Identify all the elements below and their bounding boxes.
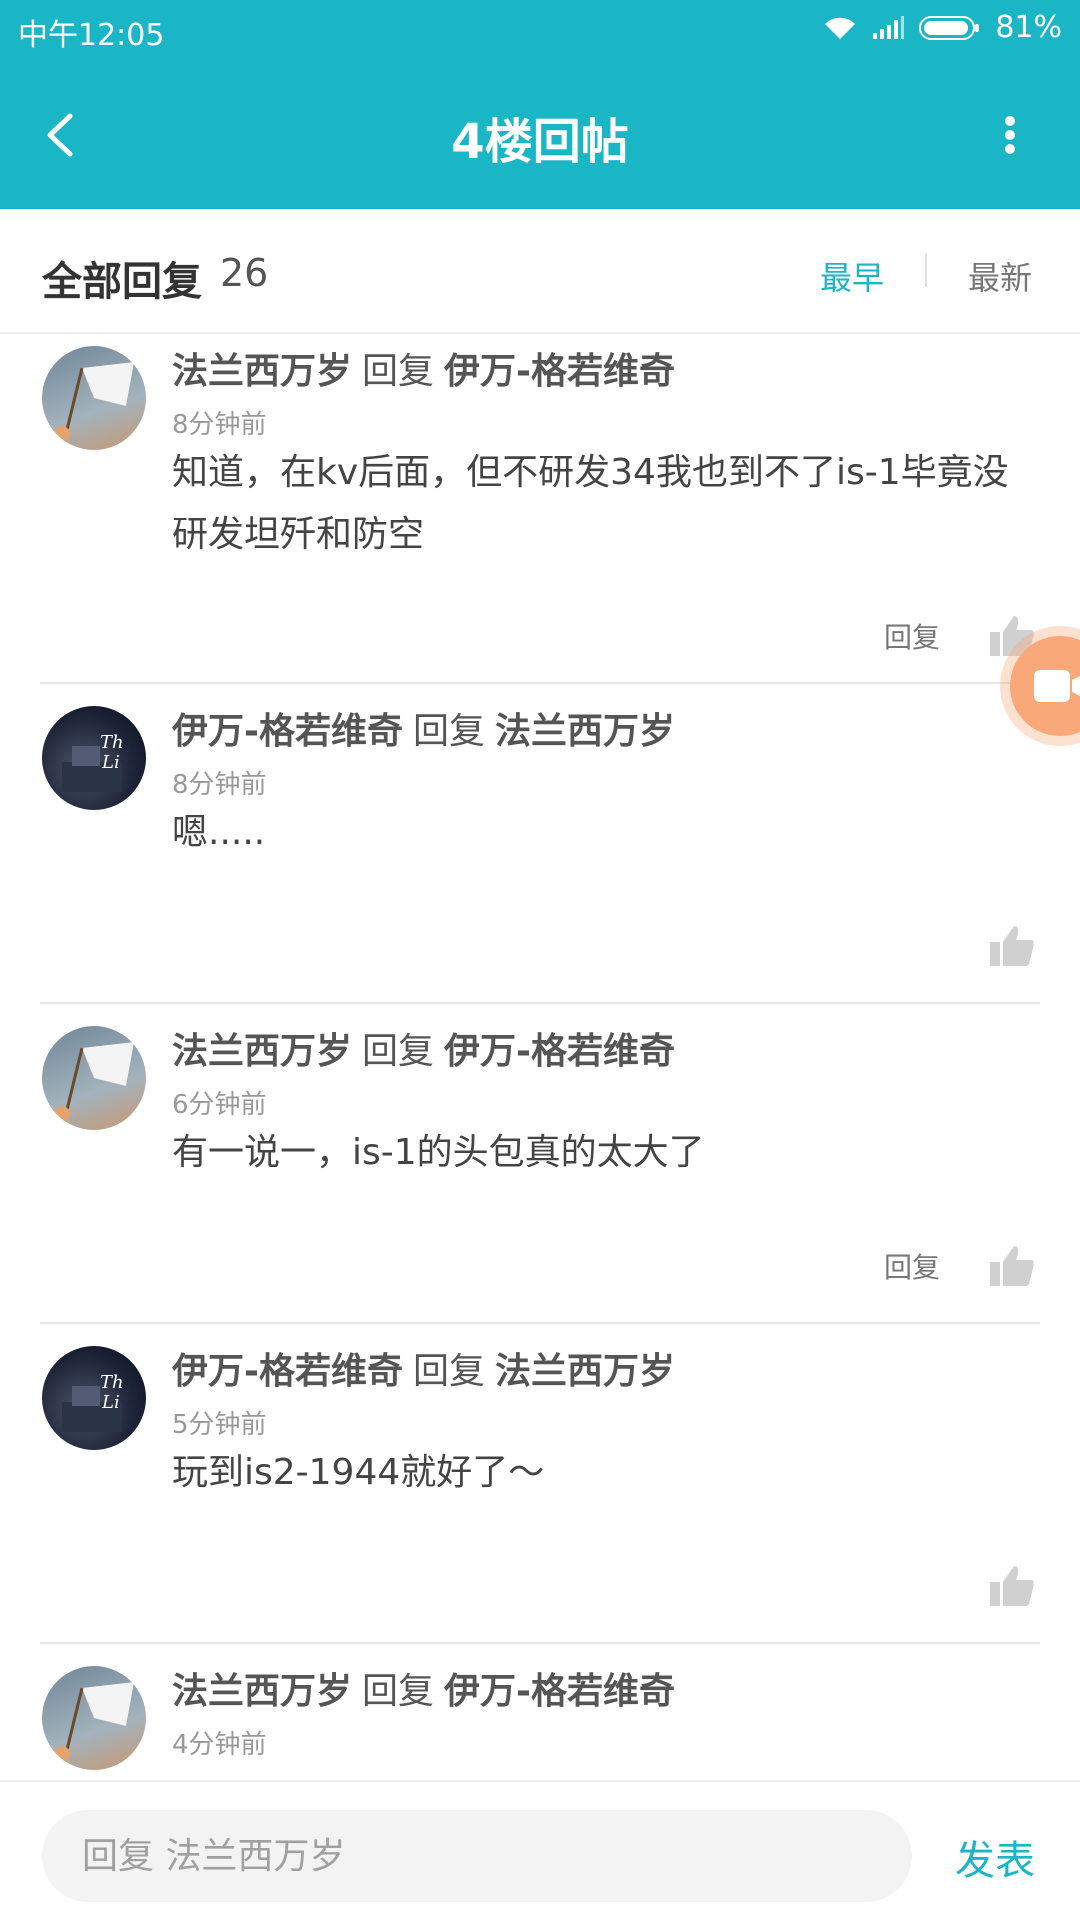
reply-list[interactable]: 法兰西万岁 回复 伊万-格若维奇 8分钟前 知道，在kv后面，但不研发34我也到不了… [0, 336, 1080, 1780]
reply-header: 法兰西万岁 回复 伊万-格若维奇 [172, 1662, 675, 1714]
avatar[interactable] [42, 1666, 146, 1770]
reply-time: 6分钟前 [172, 1090, 267, 1120]
more-vertical-icon [1005, 116, 1015, 154]
signal-icon [873, 15, 905, 39]
status-bar: 中午12:05 81% [0, 0, 1080, 60]
reply-header: 伊万-格若维奇 回复 法兰西万岁 [172, 702, 675, 754]
reply-time: 8分钟前 [172, 410, 267, 440]
status-time: 中午12:05 [18, 18, 165, 53]
app-header: 中午12:05 81% 4楼回帖 [0, 0, 1080, 209]
svg-text:Li: Li [101, 752, 120, 773]
reply-verb: 回复 [412, 1351, 485, 1392]
target-name[interactable]: 伊万-格若维奇 [444, 1671, 675, 1712]
avatar[interactable]: Th Li [42, 1346, 146, 1450]
reply-item: 法兰西万岁 回复 伊万-格若维奇 6分钟前 有一说一，is-1的头包真的太大了 回复 [40, 1006, 1040, 1324]
thumbs-up-icon[interactable] [988, 1242, 1036, 1290]
flag-avatar-icon [54, 1682, 134, 1763]
reply-verb: 回复 [412, 711, 485, 752]
all-replies-label: 全部回复 [42, 259, 202, 305]
sort-earliest-tab[interactable]: 最早 [820, 253, 884, 299]
flag-avatar-icon [54, 1042, 134, 1123]
target-name[interactable]: 伊万-格若维奇 [444, 351, 675, 392]
avatar[interactable] [42, 1026, 146, 1130]
more-options-button[interactable] [990, 100, 1030, 170]
reply-item: 法兰西万岁 回复 伊万-格若维奇 4分钟前 [40, 1646, 1040, 1780]
reply-button[interactable]: 回复 [884, 616, 940, 656]
sort-latest-tab[interactable]: 最新 [968, 253, 1032, 299]
reply-header: 法兰西万岁 回复 伊万-格若维奇 [172, 342, 675, 394]
thug-life-avatar-icon: Th Li [62, 1372, 124, 1432]
reply-input[interactable] [42, 1810, 912, 1902]
battery-level: 81% [995, 10, 1062, 45]
reply-item: Th Li 伊万-格若维奇 回复 法兰西万岁 8分钟前 嗯..... [40, 686, 1040, 1004]
svg-text:Th: Th [100, 732, 124, 753]
reply-header: 伊万-格若维奇 回复 法兰西万岁 [172, 1342, 675, 1394]
flag-avatar-icon [54, 362, 134, 443]
reply-header: 法兰西万岁 回复 伊万-格若维奇 [172, 1022, 675, 1074]
sort-divider [925, 253, 927, 287]
reply-compose-bar: 发表 [0, 1780, 1080, 1920]
reply-time: 5分钟前 [172, 1410, 267, 1440]
reply-time: 4分钟前 [172, 1730, 267, 1760]
author-name[interactable]: 法兰西万岁 [172, 1671, 352, 1712]
author-name[interactable]: 法兰西万岁 [172, 1031, 352, 1072]
target-name[interactable]: 法兰西万岁 [495, 711, 675, 752]
page-title: 4楼回帖 [451, 114, 629, 170]
reply-text: 嗯..... [172, 812, 266, 853]
author-name[interactable]: 伊万-格若维奇 [172, 1351, 403, 1392]
reply-verb: 回复 [362, 351, 435, 392]
svg-text:Li: Li [101, 1392, 120, 1413]
svg-text:Th: Th [100, 1372, 124, 1393]
target-name[interactable]: 法兰西万岁 [495, 1351, 675, 1392]
reply-time: 8分钟前 [172, 770, 267, 800]
reply-count: 26 [220, 251, 269, 295]
thug-life-avatar-icon: Th Li [62, 732, 124, 792]
wifi-icon [825, 17, 856, 39]
reply-text: 有一说一，is-1的头包真的太大了 [172, 1132, 705, 1173]
status-icons: 81% [823, 10, 1062, 45]
sort-bar: 全部回复 26 最早 最新 [0, 209, 1080, 334]
avatar[interactable] [42, 346, 146, 450]
reply-item: Th Li 伊万-格若维奇 回复 法兰西万岁 5分钟前 玩到is2-1944就好了～ [40, 1326, 1040, 1644]
reply-item: 法兰西万岁 回复 伊万-格若维奇 8分钟前 知道，在kv后面，但不研发34我也到不了… [40, 336, 1040, 684]
reply-verb: 回复 [362, 1031, 435, 1072]
reply-button[interactable]: 回复 [884, 1246, 940, 1286]
thumbs-up-icon[interactable] [988, 922, 1036, 970]
target-name[interactable]: 伊万-格若维奇 [444, 1031, 675, 1072]
reply-text: 玩到is2-1944就好了～ [172, 1452, 545, 1493]
reply-verb: 回复 [362, 1671, 435, 1712]
avatar[interactable]: Th Li [42, 706, 146, 810]
author-name[interactable]: 伊万-格若维奇 [172, 711, 403, 752]
battery-icon [919, 15, 980, 40]
thumbs-up-icon[interactable] [988, 1562, 1036, 1610]
send-button[interactable]: 发表 [955, 1828, 1035, 1886]
title-bar: 4楼回帖 [0, 60, 1080, 209]
author-name[interactable]: 法兰西万岁 [172, 351, 352, 392]
reply-text: 知道，在kv后面，但不研发34我也到不了is-1毕竟没研发坦歼和防空 [172, 452, 1009, 555]
